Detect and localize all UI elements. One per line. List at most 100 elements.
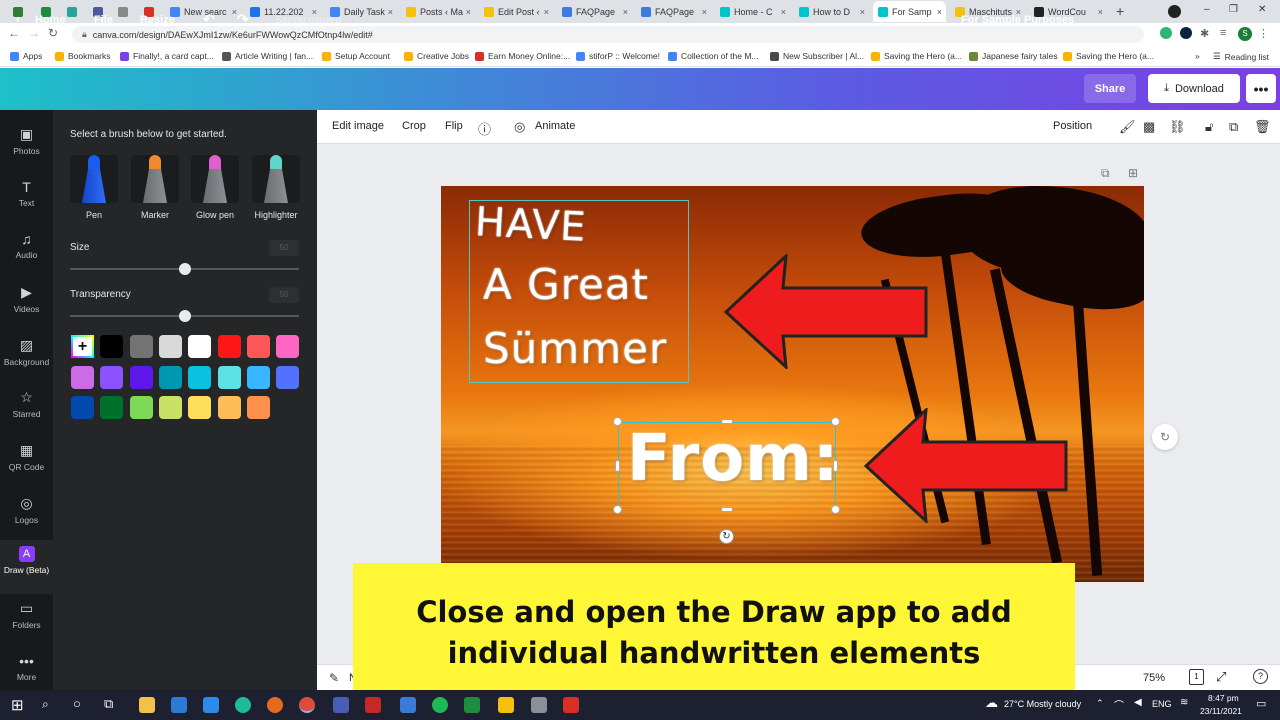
bookmark-item[interactable]: Bookmarks [55,51,111,61]
transparency-slider-knob[interactable] [178,310,191,322]
app-icon[interactable] [400,697,416,713]
notes-icon[interactable]: ✎ [329,671,339,685]
zoom-level[interactable]: 75% [1143,672,1165,684]
color-swatch[interactable] [129,365,153,389]
home-back-icon[interactable]: ‹ [16,14,20,26]
bookmark-item[interactable]: New Subscriber | Al... [770,51,864,61]
resize-handle[interactable] [831,417,840,426]
help-icon[interactable]: ? [1253,669,1268,684]
brush-highlighter[interactable] [252,155,300,203]
tab-search-icon[interactable]: ≡ [1220,27,1226,39]
brush-marker[interactable] [131,155,179,203]
tab-close-icon[interactable]: × [388,7,393,17]
media-control-icon[interactable] [1168,5,1181,18]
document-title[interactable]: For Sample Purposes [961,14,1074,26]
lock-element-icon[interactable]: 🔓︎ [1205,119,1213,135]
size-slider-knob[interactable] [178,263,191,275]
bookmark-item[interactable]: Apps [10,51,42,61]
color-swatch[interactable] [246,396,270,419]
edit-image-button[interactable]: Edit image [332,120,384,132]
color-swatch[interactable] [246,365,270,389]
handwriting-from[interactable]: From: [627,422,839,496]
trash-icon[interactable]: 🗑︎ [1254,119,1271,135]
edge-icon[interactable] [235,697,251,713]
resize-handle[interactable] [833,460,838,472]
browser-tab[interactable]: FAQPage × [557,1,632,22]
resize-menu[interactable]: Resize [140,14,175,26]
resize-handle[interactable] [613,505,622,514]
extension-icon[interactable] [1180,27,1192,39]
resize-handle[interactable] [721,507,733,512]
transparency-icon[interactable]: ▩ [1143,119,1155,135]
tab-close-icon[interactable]: × [466,7,471,17]
back-icon[interactable]: ← [8,26,20,40]
page-count-icon[interactable]: 1 [1189,669,1204,685]
animate-button[interactable]: Animate [535,120,575,132]
reload-icon[interactable]: ↻ [48,26,58,40]
color-swatch[interactable] [246,335,270,358]
tab-close-icon[interactable]: × [702,7,707,17]
firefox-icon[interactable] [267,697,283,713]
color-swatch[interactable] [276,335,300,358]
fullscreen-icon[interactable]: ⤢ [1216,669,1226,685]
network-icon[interactable]: ⌒ [1114,697,1124,712]
rail-item-starred[interactable]: ☆ Starred [0,387,53,437]
color-swatch[interactable] [188,365,212,389]
color-swatch[interactable] [71,396,94,419]
color-swatch[interactable] [188,335,212,358]
redo-icon[interactable]: ↷ [237,11,249,28]
rail-item-videos[interactable]: ▶ Videos [0,282,53,332]
duplicate-icon[interactable]: ⧉ [1229,119,1238,135]
minimize-icon[interactable]: – [1204,4,1210,15]
bookmark-item[interactable]: stiforP :: Welcome! [576,51,660,61]
spotify-icon[interactable] [432,697,448,713]
copy-style-icon[interactable]: 🖌︎ [1119,119,1136,135]
rail-item-folders[interactable]: ▭ Folders [0,598,53,648]
browser-tab[interactable]: Home - C × [715,1,790,22]
new-tab-icon[interactable]: + [1116,3,1124,19]
tab-close-icon[interactable]: × [860,7,865,17]
bookmark-item[interactable]: Article Writing | fan... [222,51,313,61]
rotate-icon[interactable]: ↻ [719,529,734,544]
link-icon[interactable]: ⛓︎ [1169,119,1186,135]
bookmark-item[interactable]: Saving the Hero (a... [871,51,962,61]
browser-tab[interactable]: How to D × [794,1,869,22]
bookmark-item[interactable]: Earn Money Online:... [475,51,570,61]
color-swatch[interactable] [100,396,124,419]
volume-icon[interactable]: ◀︎ [1134,697,1142,708]
window-close-icon[interactable]: ✕ [1258,4,1266,15]
wifi-icon[interactable]: ≋ [1180,697,1188,708]
color-swatch[interactable] [71,365,94,389]
file-explorer-icon[interactable] [139,697,155,713]
color-swatch[interactable] [158,365,182,389]
reading-list[interactable]: ☰ Reading list [1213,51,1269,62]
browser-tab[interactable]: Posts ‹ Ma × [401,1,475,22]
tab-close-icon[interactable]: × [623,7,628,17]
duplicate-page-icon[interactable]: ⧉ [1101,166,1110,181]
resize-handle[interactable] [613,417,622,426]
bookmarks-overflow-icon[interactable]: » [1195,51,1200,61]
maximize-icon[interactable]: ❐ [1229,4,1238,15]
app-icon[interactable] [333,697,349,713]
color-swatch[interactable] [158,396,182,419]
add-color-icon[interactable]: + [71,335,94,358]
notes-app-icon[interactable] [498,697,514,713]
windows-start-icon[interactable]: ⊞ [11,696,24,714]
task-view-icon[interactable]: ⧉ [104,696,113,712]
comment-icon[interactable]: ↻ [1152,424,1178,450]
color-swatch[interactable] [217,365,241,389]
color-swatch[interactable] [217,396,241,419]
rail-item-text[interactable]: T Text [0,177,53,227]
color-swatch[interactable] [129,335,153,358]
notification-icon[interactable]: ▭ [1256,697,1266,710]
size-value[interactable]: 50 [269,240,299,256]
handwriting-summer[interactable]: Sümmer [483,324,667,373]
color-swatch[interactable] [129,396,153,419]
undo-icon[interactable]: ↶ [203,11,215,28]
crop-button[interactable]: Crop [402,120,426,132]
design-page[interactable]: HAVE A Great Sümmer From: [441,186,1144,582]
rail-item-logos[interactable]: ◎ Logos [0,493,53,543]
cortana-icon[interactable]: ○ [73,696,81,711]
resize-handle[interactable] [831,505,840,514]
browser-tab[interactable]: FAQPage × [636,1,711,22]
